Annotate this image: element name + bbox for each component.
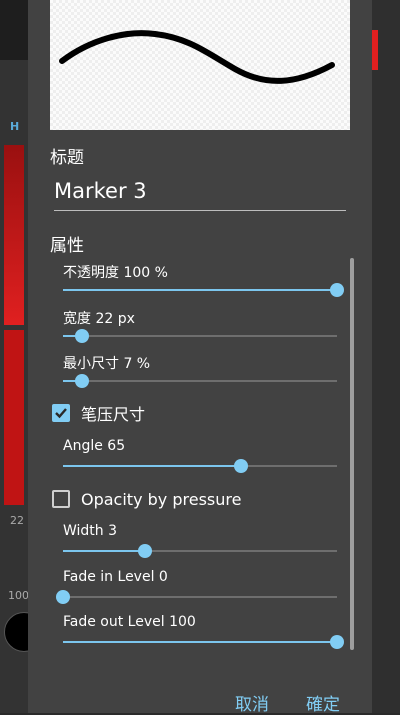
width-label: 宽度 22 px	[63, 311, 135, 327]
background-red-marker	[372, 30, 378, 70]
angle-label: Angle 65	[63, 438, 126, 454]
opacity-slider[interactable]	[63, 282, 344, 298]
fade-out-slider[interactable]	[63, 634, 344, 650]
brush-name-input[interactable]	[54, 174, 346, 211]
opacity-pressure-checkbox[interactable]	[52, 490, 70, 508]
background-right-panel	[372, 0, 400, 713]
title-label: 标题	[50, 148, 84, 168]
pressure-width-label: Width 3	[63, 523, 118, 539]
scrollbar-thumb[interactable]	[350, 258, 354, 650]
pressure-width-slider[interactable]	[63, 543, 337, 559]
opacity-pressure-toggle[interactable]: Opacity by pressure	[52, 488, 241, 510]
properties-label: 属性	[50, 236, 84, 256]
width-slider[interactable]	[63, 328, 337, 344]
background-label: H	[10, 120, 20, 133]
background-label: 22	[10, 514, 24, 527]
slider-thumb[interactable]	[75, 374, 90, 388]
opacity-label: 不透明度 100 %	[63, 265, 168, 281]
slider-thumb[interactable]	[75, 329, 90, 343]
slider-thumb[interactable]	[330, 635, 344, 649]
pressure-size-checkbox[interactable]	[52, 404, 70, 422]
angle-slider[interactable]	[63, 458, 337, 474]
min-size-label: 最小尺寸 7 %	[63, 356, 151, 372]
ok-button[interactable]: 確定	[306, 690, 340, 715]
min-size-slider[interactable]	[63, 373, 337, 389]
slider-thumb[interactable]	[234, 459, 249, 473]
opacity-pressure-label: Opacity by pressure	[81, 489, 242, 509]
background-color-gradient	[4, 145, 24, 325]
fade-in-label: Fade in Level 0	[63, 569, 168, 585]
background-label: 100	[8, 589, 29, 602]
fade-out-label: Fade out Level 100	[63, 614, 196, 630]
background-color-swatch	[4, 330, 24, 505]
brush-stroke-preview	[50, 0, 350, 130]
fade-in-slider[interactable]	[56, 589, 337, 605]
slider-thumb[interactable]	[330, 283, 344, 297]
pressure-size-label: 笔压尺寸	[81, 405, 146, 424]
check-icon	[55, 408, 67, 419]
slider-thumb[interactable]	[56, 590, 70, 604]
cancel-button[interactable]: 取消	[235, 690, 269, 715]
stroke-preview-curve	[59, 30, 335, 84]
pressure-size-toggle[interactable]: 笔压尺寸	[52, 402, 145, 424]
brush-settings-dialog: 标题 属性 不透明度 100 % 宽度 22 px 最小尺寸 7 % 笔压尺寸 …	[28, 0, 372, 715]
slider-thumb[interactable]	[138, 544, 153, 558]
